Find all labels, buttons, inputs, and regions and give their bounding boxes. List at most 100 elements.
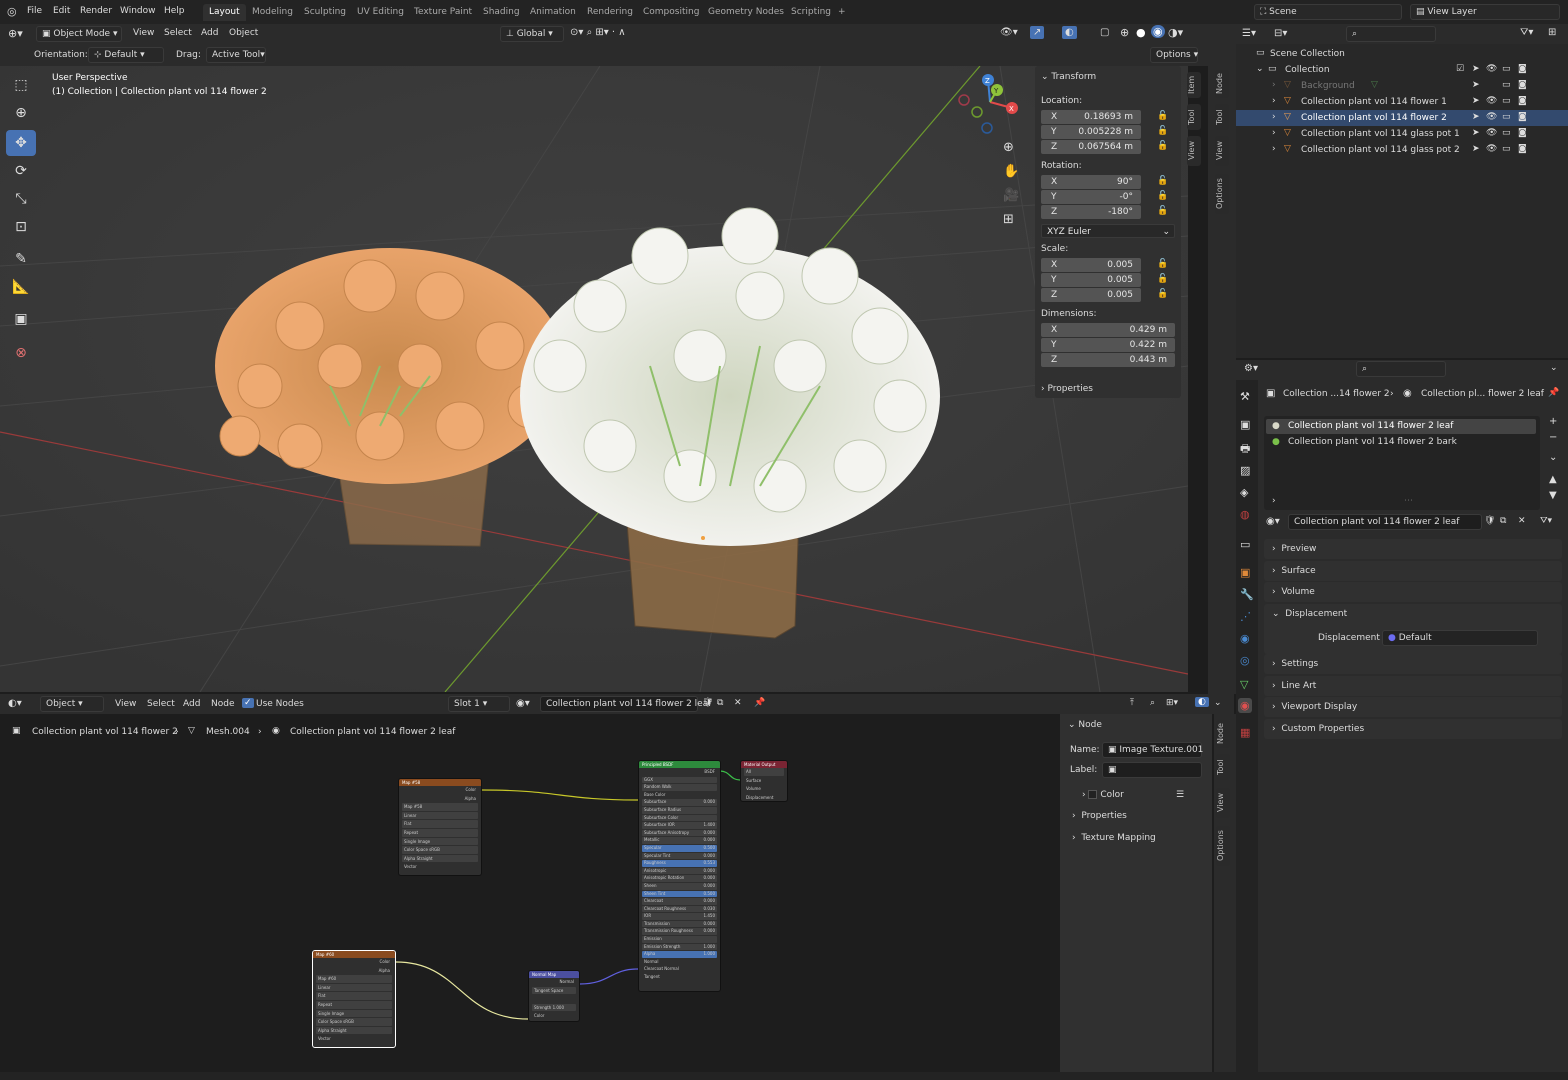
object-menu[interactable]: Object [229,28,258,38]
outliner-row-background[interactable]: › ▽ Background ▽ ➤ ▭ ◙ [1236,78,1568,94]
eye-icon[interactable]: 👁 [1486,64,1497,74]
outliner-search-input[interactable]: ⌕ [1346,26,1436,42]
use-nodes-checkbox[interactable]: ✓ [242,698,254,708]
panel-displacement[interactable]: ⌄ Displacement [1264,604,1562,654]
move-tool-icon[interactable]: ✥ [6,130,36,156]
bsdf-input-row[interactable]: Alpha 1.000 [642,951,717,958]
node-add-menu[interactable]: Add [183,699,200,709]
eye-icon[interactable]: 👁 [1486,144,1497,154]
eye-icon[interactable]: 👁 [1486,112,1497,122]
origin-tool-icon[interactable]: ⊗ [6,340,36,366]
location-y-field[interactable]: Y 0.005228 m [1041,125,1141,139]
texture-icon[interactable]: ▦ [1240,726,1250,739]
tab-modeling[interactable]: Modeling [246,4,299,21]
cursor-tool-icon[interactable]: ⊕ [6,100,36,126]
bsdf-input-row[interactable]: Specular Tint 0.000 [642,852,717,860]
select-arrow-icon[interactable]: ➤ [1472,144,1480,154]
lock-icon[interactable]: 🔓 [1157,176,1168,186]
shading-solid-icon[interactable]: ● [1136,26,1146,39]
filter-view-icon[interactable]: ⊟▾ [1274,28,1287,39]
constraints-icon[interactable]: ◎ [1240,654,1250,667]
bsdf-input-row[interactable]: Clearcoat Roughness 0.030 [642,905,717,913]
interpolation-selector[interactable]: Linear [402,811,478,820]
tab-layout[interactable]: Layout [203,4,246,21]
image-selector[interactable]: Map #60 [316,975,392,983]
fake-user-icon[interactable]: 🛡 [1484,516,1495,526]
ortho-grid-icon[interactable]: ⊞ [1003,212,1014,227]
alpha-mode-selector[interactable]: Alpha Straight [402,854,478,863]
outliner-row-flower-2[interactable]: › ▽ Collection plant vol 114 flower 2 ➤ … [1236,110,1568,126]
image-selector[interactable]: Map #58 [402,803,478,811]
panel-surface[interactable]: › Surface [1264,561,1562,581]
3d-viewport[interactable]: User Perspective (1) Collection | Collec… [0,66,1188,692]
bsdf-input-row[interactable]: Roughness 0.553 [642,860,717,867]
tab-shading[interactable]: Shading [477,4,526,21]
bsdf-input-row[interactable]: GGX [642,776,717,784]
color-panel-header[interactable]: › Color [1082,790,1124,800]
bsdf-input-row[interactable]: Specular 0.500 [642,844,717,852]
rotation-x-field[interactable]: X 90° [1041,175,1141,189]
node-name-field[interactable]: ▣ Image Texture.001 [1102,742,1203,758]
bsdf-input-row[interactable]: Sheen 0.000 [642,882,717,890]
tab-uv-editing[interactable]: UV Editing [351,4,410,21]
bsdf-input-row[interactable]: Subsurface Radius [642,806,717,814]
lock-icon[interactable]: 🔓 [1157,274,1168,284]
alpha-mode-selector[interactable]: Alpha Straight [316,1026,392,1035]
view-layer-selector[interactable]: ▤ View Layer [1410,4,1560,20]
pin-icon[interactable]: 📌 [754,698,765,708]
camera-icon[interactable]: 🎥 [1003,188,1019,203]
lock-icon[interactable]: 🔓 [1157,111,1168,121]
chevron-right-icon[interactable]: › [1272,144,1276,154]
output-color[interactable]: Color [402,786,478,794]
new-collection-icon[interactable]: ⊞ [1548,27,1556,38]
eye-icon[interactable]: 👁 [1486,96,1497,106]
tab-scripting[interactable]: Scripting [785,4,837,21]
tab-sculpting[interactable]: Sculpting [298,4,352,21]
bsdf-input-row[interactable]: Subsurface Anisotropy 0.000 [642,829,717,837]
rotation-z-field[interactable]: Z -180° [1041,205,1141,219]
dimensions-y-field[interactable]: Y 0.422 m [1041,338,1175,352]
camera-render-icon[interactable]: ◙ [1518,80,1527,90]
tab-options-sidebar[interactable]: Options [1216,826,1230,866]
remove-slot-icon[interactable]: − [1549,432,1557,443]
scale-y-field[interactable]: Y 0.005 [1041,273,1141,287]
fake-user-icon[interactable]: 🛡 [702,698,713,708]
chevron-right-icon[interactable]: › [1272,112,1276,122]
menu-window[interactable]: Window [120,6,156,16]
tab-view-2[interactable]: View [1215,136,1229,166]
move-down-icon[interactable]: ▼ [1549,490,1557,501]
bsdf-input-row[interactable]: Metallic 0.000 [642,837,717,844]
bsdf-input-row[interactable]: Anisotropic Rotation 0.000 [642,875,717,882]
node-menu[interactable]: Node [211,699,235,709]
tab-node-sidebar[interactable]: Node [1216,720,1230,748]
source-selector[interactable]: Single Image [402,837,478,846]
rotation-mode-selector[interactable]: XYZ Euler ⌄ [1041,224,1175,238]
select-menu[interactable]: Select [164,28,192,38]
duplicate-icon[interactable]: ⧉ [1500,516,1506,526]
output-color[interactable]: Color [316,958,392,966]
bsdf-input-row[interactable]: Clearcoat Normal [642,966,717,973]
source-selector[interactable]: Single Image [316,1009,392,1018]
scale-tool-icon[interactable]: ⤡ [6,186,36,212]
node-editor-canvas[interactable]: ▣ Collection plant vol 114 flower 2 › ▽ … [0,714,1056,1080]
transform-orientation-selector[interactable]: ⊥ Global ▾ [500,26,564,42]
camera-render-icon[interactable]: ◙ [1518,112,1527,122]
object-props-icon[interactable]: ▣ [1240,566,1250,579]
scale-z-field[interactable]: Z 0.005 [1041,288,1141,302]
bsdf-input-row[interactable]: IOR 1.450 [642,913,717,920]
unlink-icon[interactable]: ✕ [1518,516,1526,526]
image-texture-node-2[interactable]: Map #60 Color Alpha Map #60 Linear Flat … [312,950,396,1048]
tab-tool[interactable]: Tool [1187,104,1201,130]
node-view-menu[interactable]: View [115,699,136,709]
outliner-row-glass-pot-1[interactable]: › ▽ Collection plant vol 114 glass pot 1… [1236,126,1568,142]
rotation-y-field[interactable]: Y -0° [1041,190,1141,204]
chevron-right-icon[interactable]: › [1272,128,1276,138]
monitor-icon[interactable]: ▭ [1502,144,1511,154]
interpolation-selector[interactable]: Linear [316,983,392,992]
bsdf-input-row[interactable]: Base Color [642,792,717,799]
options-dropdown[interactable]: Options ▾ [1150,47,1198,63]
navigation-gizmo[interactable]: Z X Y [955,72,1025,142]
view-menu[interactable]: View [133,28,154,38]
pan-hand-icon[interactable]: ✋ [1003,164,1019,179]
select-arrow-icon[interactable]: ➤ [1472,80,1480,90]
